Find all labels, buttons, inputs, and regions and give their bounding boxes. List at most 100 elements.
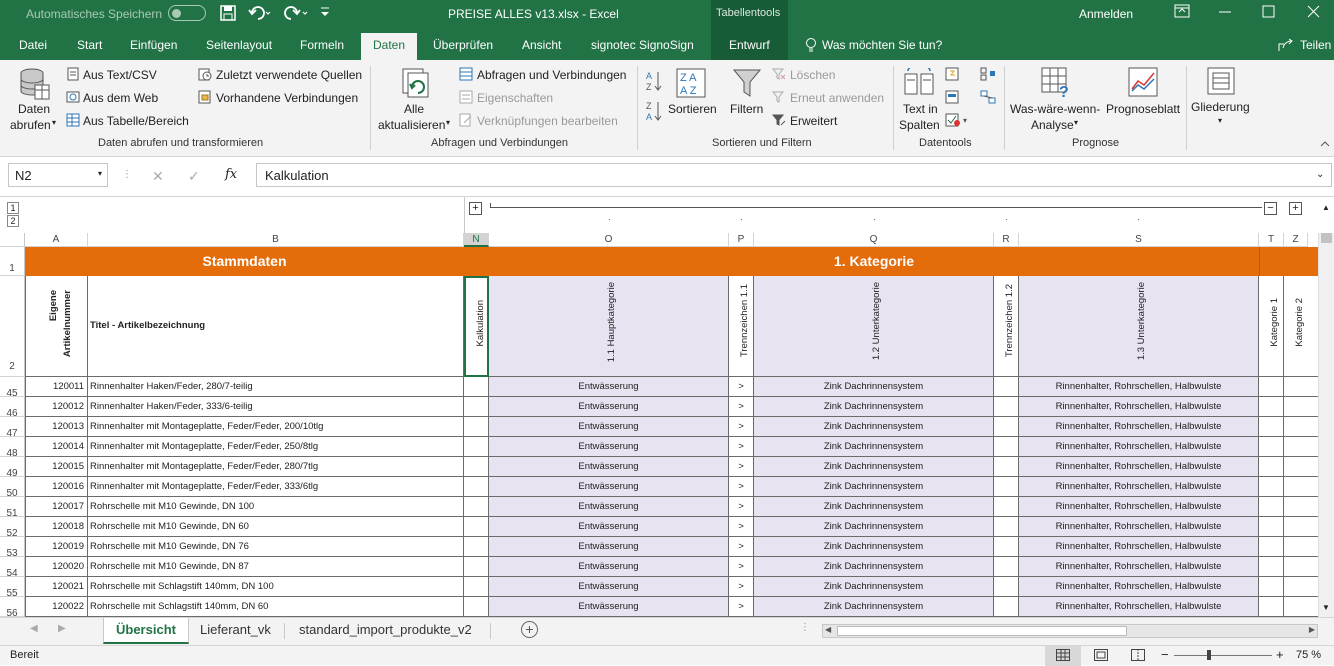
database-icon[interactable] (19, 67, 51, 104)
cell-subcategory-2[interactable]: Rinnenhalter, Rohrschellen, Halbwulste (1019, 597, 1259, 617)
cell-category-1[interactable] (1259, 417, 1284, 437)
cell-article-number[interactable]: 120016 (25, 477, 88, 497)
cell-main-category[interactable]: Entwässerung (489, 557, 729, 577)
cell-subcategory-2[interactable]: Rinnenhalter, Rohrschellen, Halbwulste (1019, 497, 1259, 517)
cell-subcategory-2[interactable]: Rinnenhalter, Rohrschellen, Halbwulste (1019, 477, 1259, 497)
save-icon[interactable] (220, 5, 236, 24)
cell-subcategory-1[interactable]: Zink Dachrinnensystem (754, 437, 994, 457)
cell-kalkulation[interactable] (464, 597, 489, 617)
header-cell-article-number[interactable]: Eigene Artikelnummer (25, 276, 88, 377)
row-header-2[interactable]: 2 (0, 276, 25, 377)
cell-subcategory-1[interactable]: Zink Dachrinnensystem (754, 537, 994, 557)
row-header-50[interactable]: 50 (0, 477, 25, 499)
row-header-46[interactable]: 46 (0, 397, 25, 419)
cell-kalkulation[interactable] (464, 437, 489, 457)
cell-category-1[interactable] (1259, 557, 1284, 577)
cell-category-1[interactable] (1259, 517, 1284, 537)
cell-title[interactable]: Rinnenhalter mit Montageplatte, Feder/Fe… (88, 417, 464, 437)
cell-title[interactable]: Rohrschelle mit M10 Gewinde, DN 76 (88, 537, 464, 557)
header-cell-subcategory-2[interactable]: 1.3 Unterkategorie (1019, 276, 1259, 377)
cell-main-category[interactable]: Entwässerung (489, 537, 729, 557)
cell-separator-1[interactable]: > (729, 397, 754, 417)
outline-level-1[interactable]: 1 (7, 202, 19, 214)
share-button[interactable]: Teilen (1300, 38, 1331, 52)
sort-az-icon[interactable]: AZ (646, 70, 662, 95)
refresh-all-label-2[interactable]: aktualisieren (378, 118, 445, 132)
drag-handle-icon[interactable]: ⋮ (122, 169, 132, 180)
cell-main-category[interactable]: Entwässerung (489, 417, 729, 437)
cell-separator-1[interactable]: > (729, 557, 754, 577)
cell-category-2[interactable] (1284, 457, 1318, 477)
cell-category-2[interactable] (1284, 397, 1318, 417)
existing-connections-button[interactable]: Vorhandene Verbindungen (216, 91, 358, 105)
cell-category-2[interactable] (1284, 557, 1318, 577)
cell-subcategory-2[interactable]: Rinnenhalter, Rohrschellen, Halbwulste (1019, 397, 1259, 417)
cell-category-1[interactable] (1259, 377, 1284, 397)
collapse-ribbon-icon[interactable] (1320, 138, 1330, 152)
header-cell-separator-1[interactable]: Trennzeichen 1.1 (729, 276, 754, 377)
forecast-sheet-icon[interactable] (1128, 67, 1158, 100)
cell-separator-2[interactable] (994, 377, 1019, 397)
filter-button[interactable]: Filtern (730, 102, 763, 116)
header-cell-kalkulation[interactable]: Kalkulation (464, 276, 489, 377)
expand-group-icon[interactable]: + (469, 202, 482, 215)
zoom-in-icon[interactable]: + (1276, 647, 1284, 662)
prev-sheet-icon[interactable]: ◀ (30, 623, 38, 634)
cell-article-number[interactable]: 120020 (25, 557, 88, 577)
cell-subcategory-1[interactable]: Zink Dachrinnensystem (754, 597, 994, 617)
column-header-z[interactable]: Z (1284, 233, 1308, 247)
cell-separator-1[interactable]: > (729, 437, 754, 457)
header-cell-subcategory-1[interactable]: 1.2 Unterkategorie (754, 276, 994, 377)
chevron-down-icon[interactable]: ▾ (52, 118, 56, 127)
enter-icon[interactable]: ✓ (188, 168, 200, 185)
cell-separator-2[interactable] (994, 417, 1019, 437)
cell-subcategory-2[interactable]: Rinnenhalter, Rohrschellen, Halbwulste (1019, 457, 1259, 477)
expand-group-icon[interactable]: + (1289, 202, 1302, 215)
text-to-columns-label-2[interactable]: Spalten (899, 118, 940, 132)
cell-category-2[interactable] (1284, 377, 1318, 397)
what-if-label-1[interactable]: Was-wäre-wenn- (1010, 102, 1100, 116)
chevron-down-icon[interactable]: ▾ (1218, 116, 1222, 125)
text-to-columns-icon[interactable] (904, 63, 934, 101)
cell-category-2[interactable] (1284, 417, 1318, 437)
from-table-range-button[interactable]: Aus Tabelle/Bereich (83, 114, 189, 128)
header-cell-title[interactable]: Titel - Artikelbezeichnung (88, 276, 464, 377)
cell-article-number[interactable]: 120011 (25, 377, 88, 397)
cell-separator-2[interactable] (994, 477, 1019, 497)
cell-separator-2[interactable] (994, 597, 1019, 617)
zoom-out-icon[interactable]: − (1161, 647, 1169, 662)
header-cell-separator-2[interactable]: Trennzeichen 1.2 (994, 276, 1019, 377)
tell-me-input[interactable]: Was möchten Sie tun? (822, 38, 942, 52)
stammdaten-header[interactable]: Stammdaten (25, 247, 464, 276)
column-header-t[interactable]: T (1259, 233, 1284, 247)
column-header-s[interactable]: S (1019, 233, 1259, 247)
flash-fill-icon[interactable] (945, 67, 961, 84)
cell-subcategory-1[interactable]: Zink Dachrinnensystem (754, 397, 994, 417)
column-header-p[interactable]: P (729, 233, 754, 247)
sort-za-icon[interactable]: ZA (646, 100, 662, 125)
cell-subcategory-2[interactable]: Rinnenhalter, Rohrschellen, Halbwulste (1019, 417, 1259, 437)
row-header-53[interactable]: 53 (0, 537, 25, 559)
row-header-48[interactable]: 48 (0, 437, 25, 459)
outline-button[interactable]: Gliederung (1191, 100, 1250, 114)
cell-kalkulation[interactable] (464, 577, 489, 597)
add-sheet-icon[interactable]: + (521, 621, 538, 638)
from-text-csv-button[interactable]: Aus Text/CSV (83, 68, 157, 82)
cell-kalkulation[interactable] (464, 397, 489, 417)
row-header-55[interactable]: 55 (0, 577, 25, 599)
cell-category-1[interactable] (1259, 497, 1284, 517)
cell-title[interactable]: Rinnenhalter mit Montageplatte, Feder/Fe… (88, 457, 464, 477)
cell-main-category[interactable]: Entwässerung (489, 517, 729, 537)
cell-kalkulation[interactable] (464, 497, 489, 517)
cell-kalkulation[interactable] (464, 377, 489, 397)
autosave-toggle[interactable] (168, 5, 206, 21)
tab-signotec[interactable]: signotec SignoSign (591, 38, 694, 52)
cell-main-category[interactable]: Entwässerung (489, 397, 729, 417)
tab-seitenlayout[interactable]: Seitenlayout (206, 38, 272, 52)
signin-link[interactable]: Anmelden (1079, 7, 1133, 21)
column-header-n[interactable]: N (464, 233, 489, 247)
cell-separator-1[interactable]: > (729, 597, 754, 617)
outline-icon[interactable] (1207, 67, 1235, 98)
vertical-scrollbar[interactable]: ▲ ▼ (1318, 203, 1334, 617)
cell-separator-1[interactable]: > (729, 457, 754, 477)
